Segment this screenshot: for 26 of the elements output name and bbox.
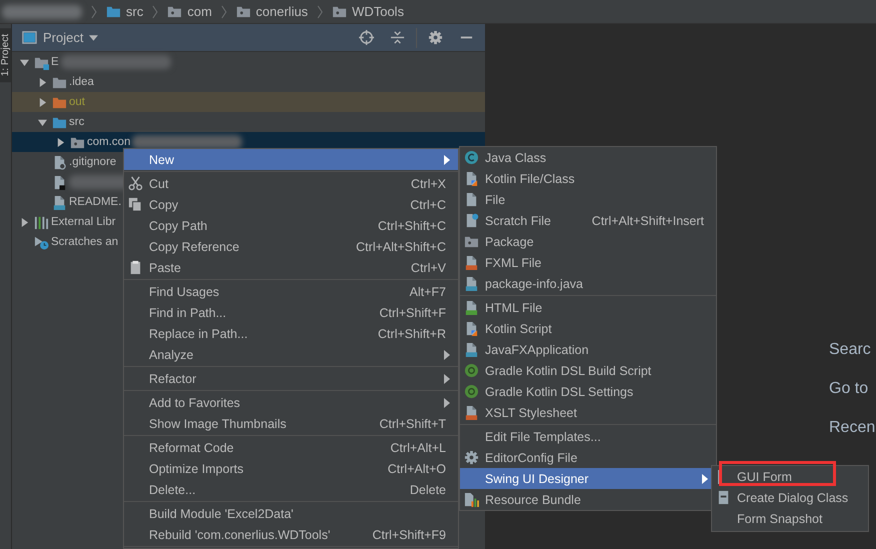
hint-text: Go to [829, 379, 870, 398]
shortcut-label: Ctrl+Alt+O [388, 462, 446, 476]
shortcut-label: Ctrl+C [410, 198, 446, 212]
item-label: Scratches an [51, 236, 118, 248]
item-label: .idea [69, 76, 94, 88]
shortcut-label: Ctrl+Shift+C [378, 218, 446, 232]
shortcut-label: Delete [410, 482, 446, 496]
hint-text: Recen [829, 418, 876, 437]
item-label: E [51, 56, 59, 68]
shortcut-label: Ctrl+V [410, 260, 446, 274]
item-label: External Libr [51, 216, 116, 228]
shortcut-label: Alt+F7 [410, 284, 446, 298]
shortcut-label: Ctrl+Alt+L [390, 440, 446, 454]
hint-text: Searc [829, 340, 872, 359]
shortcut-label: Ctrl+Shift+F9 [372, 528, 446, 542]
shortcut-label: Ctrl+Shift+R [378, 326, 446, 340]
item-label: src [69, 116, 84, 128]
item-label: com.con [87, 136, 130, 148]
item-label: .gitignore [69, 156, 116, 168]
item-label: README. [69, 196, 122, 208]
shortcut-label: Ctrl+X [410, 176, 446, 190]
shortcut-label: Ctrl+Alt+Shift+Insert [592, 214, 704, 228]
shortcut-label: Ctrl+Shift+T [379, 416, 446, 430]
shortcut-label: Ctrl+Alt+Shift+C [356, 240, 446, 254]
item-label: out [69, 96, 85, 108]
shortcut-label: Ctrl+Shift+F [379, 306, 446, 320]
